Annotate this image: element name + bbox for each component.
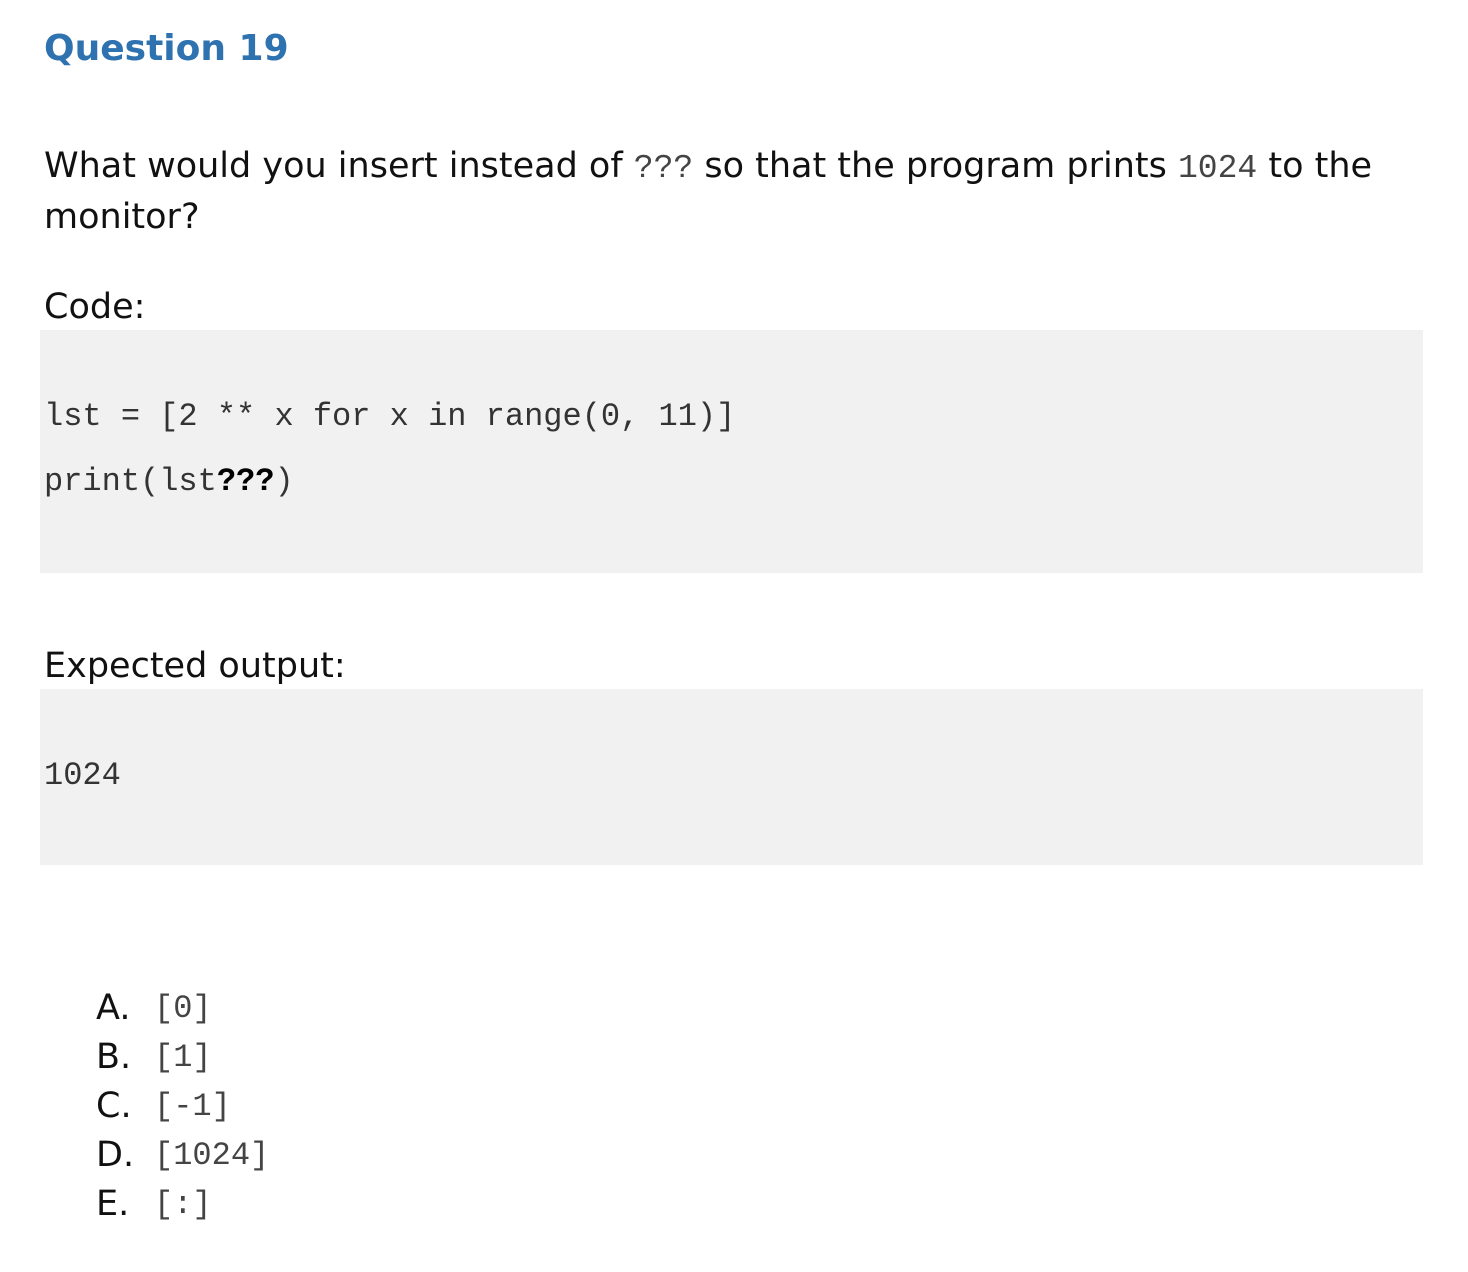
code-placeholder: ??? [216, 463, 275, 500]
answer-options: A. [0] B. [1] C. [-1] D. [1024] E. [:] [96, 984, 269, 1229]
option-letter: C. [96, 1086, 132, 1126]
prompt-text-1: What would you insert instead of [44, 146, 634, 186]
prompt-code-placeholder: ??? [633, 150, 694, 187]
option-value: [1] [154, 1039, 212, 1076]
option-letter: B. [96, 1037, 132, 1077]
option-value: [1024] [154, 1137, 270, 1174]
code-line-2-start: print(lst [44, 463, 217, 500]
option-letter: A. [96, 988, 131, 1028]
output-label: Expected output: [44, 646, 346, 686]
option-value: [-1] [154, 1088, 231, 1125]
option-a[interactable]: A. [0] [96, 984, 269, 1033]
code-block: lst = [2 ** x for x in range(0, 11)] pri… [40, 330, 1423, 573]
prompt-text-2: so that the program prints [693, 146, 1178, 186]
code-line-2-end: ) [274, 463, 294, 500]
output-block: 1024 [40, 689, 1423, 865]
option-letter: E. [96, 1184, 130, 1224]
option-e[interactable]: E. [:] [96, 1180, 269, 1229]
option-value: [0] [154, 990, 212, 1027]
code-line-2: print(lst???) [44, 462, 294, 502]
option-letter: D. [96, 1135, 135, 1175]
code-line-1: lst = [2 ** x for x in range(0, 11)] [44, 398, 736, 435]
prompt-code-output: 1024 [1178, 150, 1258, 187]
option-d[interactable]: D. [1024] [96, 1131, 269, 1180]
question-prompt: What would you insert instead of ??? so … [44, 142, 1434, 241]
option-c[interactable]: C. [-1] [96, 1082, 269, 1131]
code-label: Code: [44, 287, 146, 327]
option-b[interactable]: B. [1] [96, 1033, 269, 1082]
question-title: Question 19 [44, 28, 289, 69]
option-value: [:] [154, 1186, 212, 1223]
output-value: 1024 [44, 757, 121, 794]
